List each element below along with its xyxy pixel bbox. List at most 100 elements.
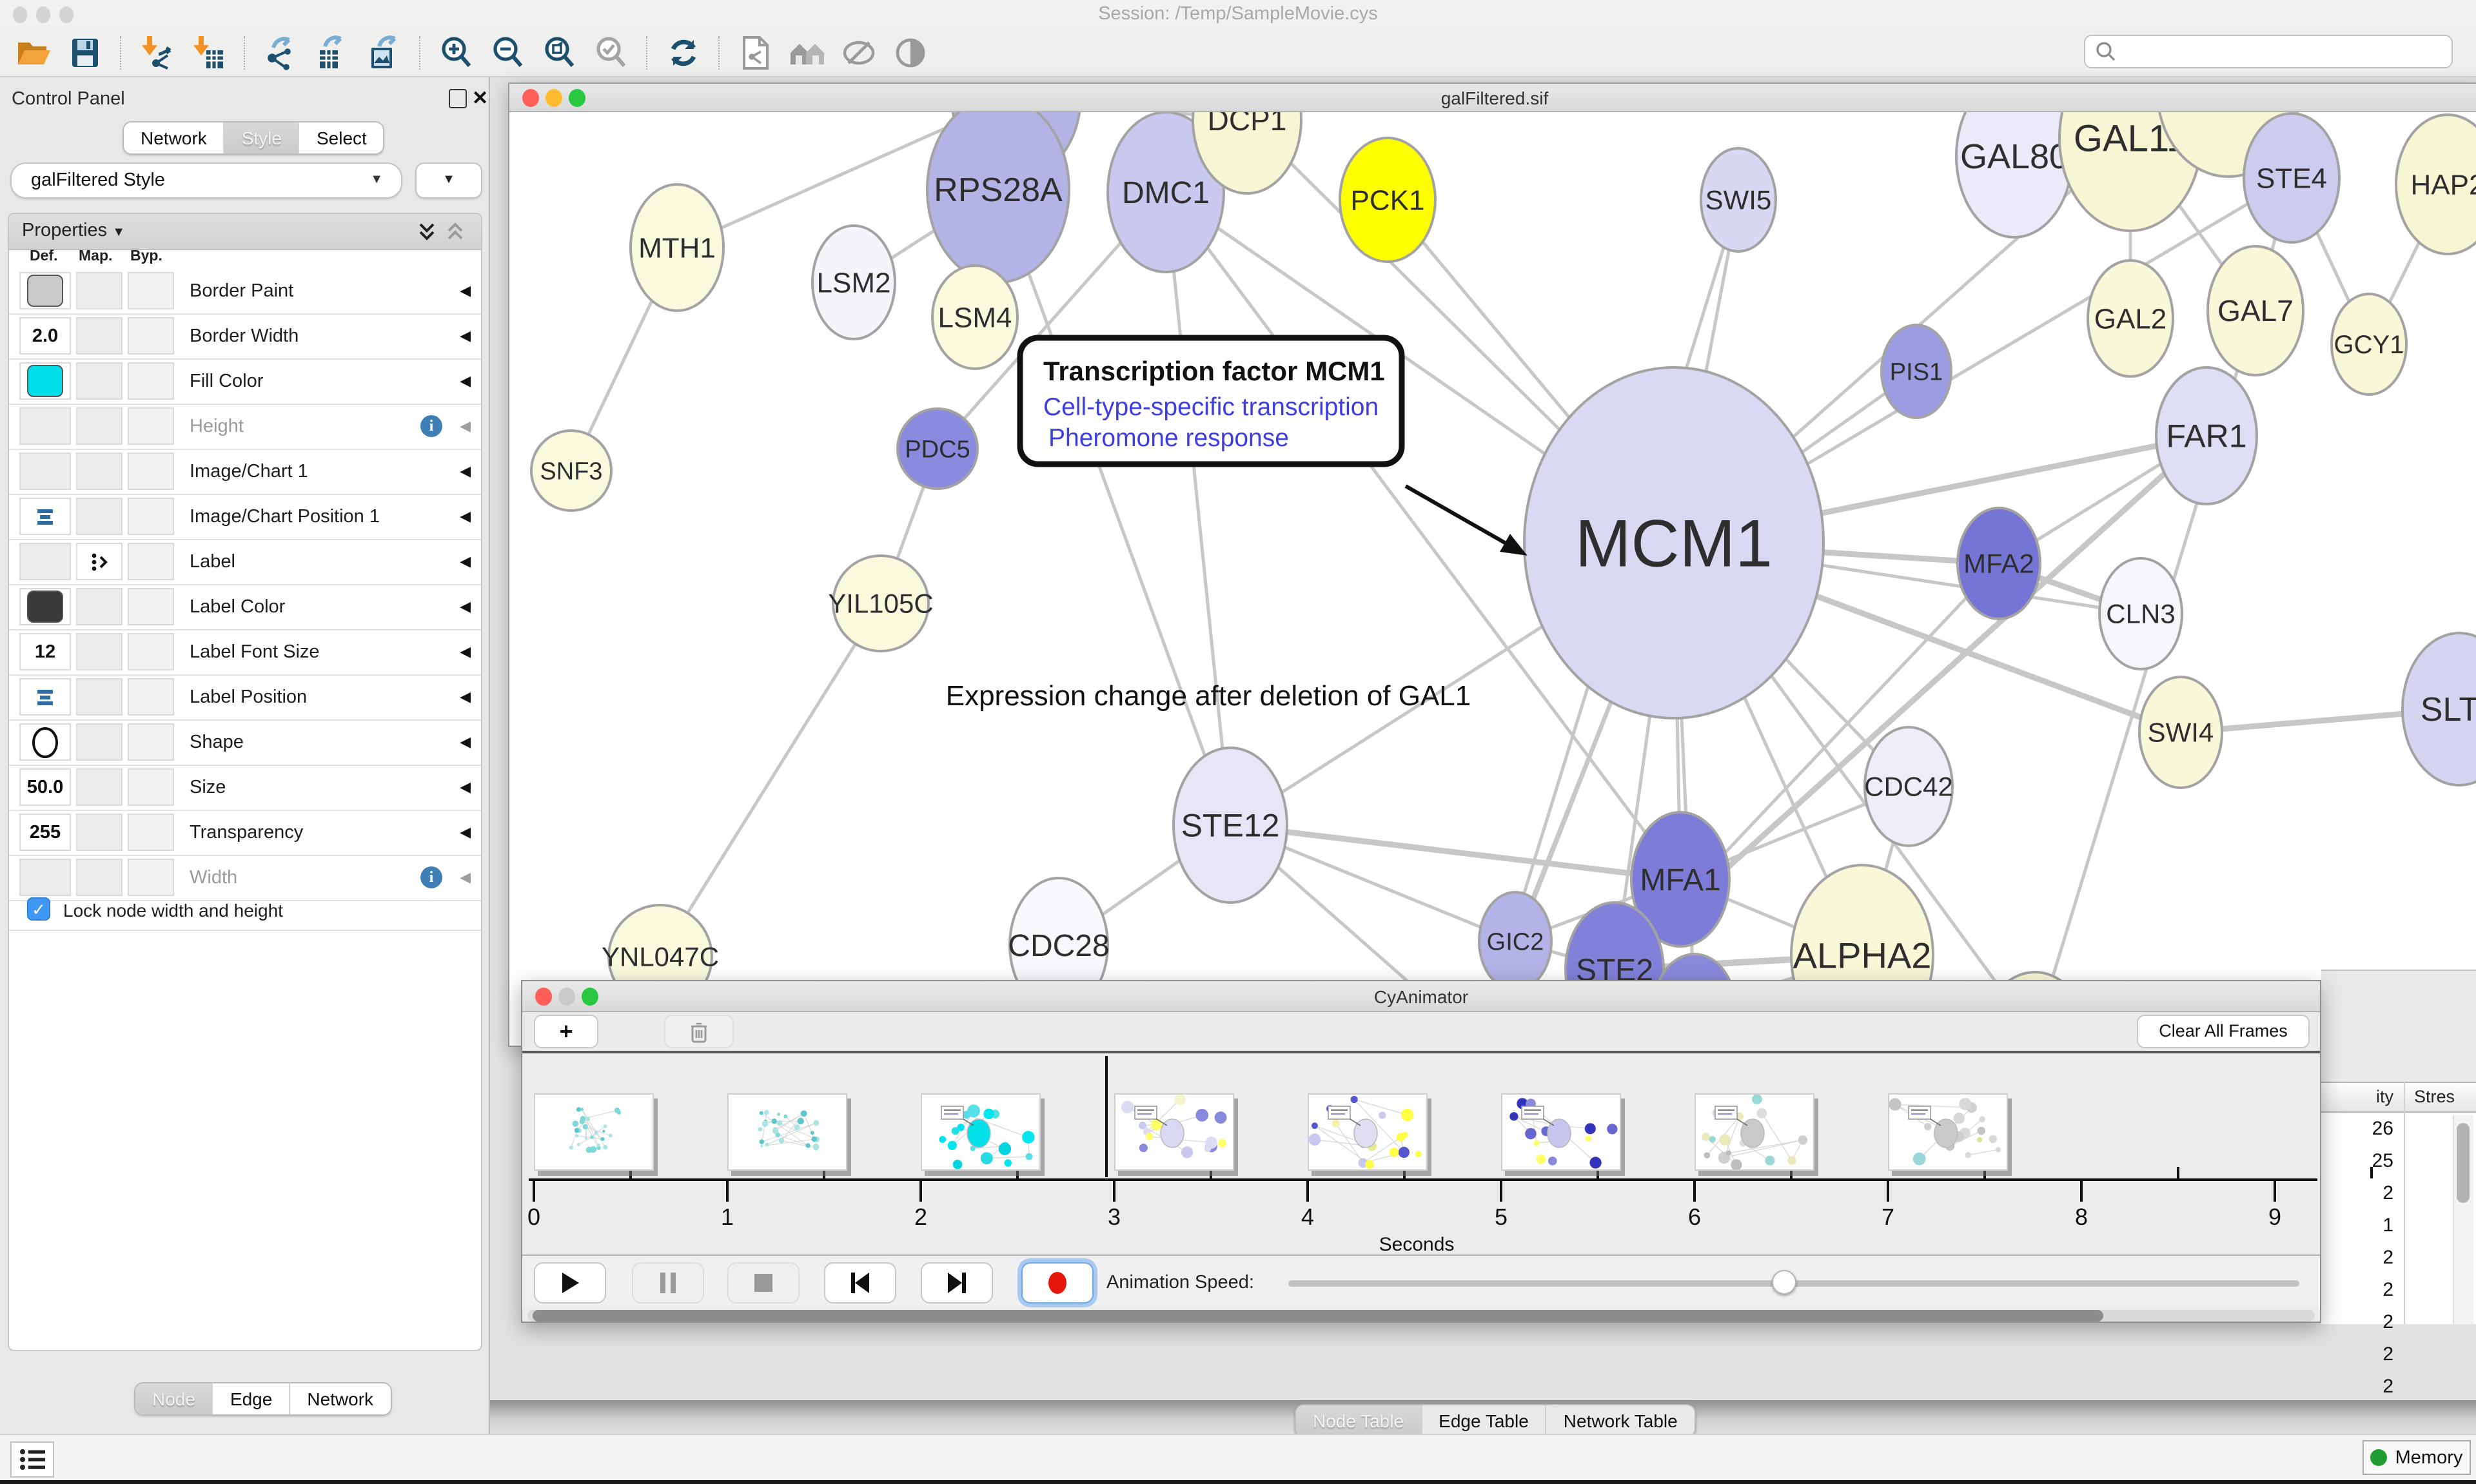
property-row-image-chart-position-1[interactable]: Image/Chart Position 1◀ xyxy=(9,495,481,540)
mapping-cell[interactable] xyxy=(76,633,123,670)
open-session-button[interactable] xyxy=(8,30,59,74)
mapping-cell[interactable] xyxy=(76,272,123,309)
table-row[interactable]: 2 xyxy=(2321,1338,2476,1371)
copy-style-button[interactable] xyxy=(730,30,781,74)
cyanimator-titlebar[interactable]: CyAnimator xyxy=(522,981,2320,1012)
collapse-all-icon[interactable] xyxy=(445,222,466,242)
bypass-cell[interactable] xyxy=(128,768,174,806)
network-node-mfa2[interactable]: MFA2 xyxy=(1958,508,2040,619)
home-button[interactable] xyxy=(781,30,833,74)
export-network-button[interactable] xyxy=(255,30,307,74)
show-graphics-button[interactable] xyxy=(885,30,936,74)
default-value-cell[interactable] xyxy=(19,362,71,400)
property-row-border-paint[interactable]: Border Paint◀ xyxy=(9,269,481,315)
mapping-cell[interactable] xyxy=(76,453,123,490)
property-row-height[interactable]: Heighti◀ xyxy=(9,405,481,450)
timeline-scrollbar[interactable] xyxy=(527,1310,2315,1322)
network-node-gal80[interactable]: GAL80 xyxy=(1956,112,2072,237)
frames-timeline[interactable]: Seconds 0123456789 xyxy=(522,1053,2320,1255)
tab-edge-table[interactable]: Edge Table xyxy=(1422,1405,1547,1436)
mapping-cell[interactable] xyxy=(76,317,123,355)
bypass-cell[interactable] xyxy=(128,453,174,490)
mcm1-annotation-box[interactable]: Transcription factor MCM1Cell-type-speci… xyxy=(1020,338,1528,556)
property-row-shape[interactable]: Shape◀ xyxy=(9,721,481,766)
default-value-cell[interactable] xyxy=(19,678,71,716)
import-table-button[interactable] xyxy=(183,30,235,74)
table-scrollbar[interactable] xyxy=(2453,1115,2473,1324)
property-row-label-color[interactable]: Label Color◀ xyxy=(9,585,481,630)
network-node-lsm4[interactable]: LSM4 xyxy=(932,266,1017,369)
zoom-selected-button[interactable] xyxy=(585,30,637,74)
record-button[interactable] xyxy=(1021,1262,1094,1303)
expand-all-icon[interactable] xyxy=(417,222,437,242)
export-image-button[interactable] xyxy=(359,30,410,74)
zoom-fit-button[interactable] xyxy=(534,30,585,74)
network-node-mth1[interactable]: MTH1 xyxy=(631,184,723,311)
annotation-link[interactable]: Pheromone response xyxy=(1048,424,1289,452)
mapping-cell[interactable] xyxy=(76,768,123,806)
mapping-cell[interactable] xyxy=(76,588,123,625)
tab-node[interactable]: Node xyxy=(135,1383,213,1414)
mapping-cell[interactable] xyxy=(76,498,123,535)
search-input[interactable] xyxy=(2084,35,2453,68)
default-value-cell[interactable] xyxy=(19,272,71,309)
expand-row-icon[interactable]: ◀ xyxy=(460,811,471,855)
tab-network-style[interactable]: Network xyxy=(290,1383,390,1414)
save-session-button[interactable] xyxy=(59,30,111,74)
network-node-hap2[interactable]: HAP2 xyxy=(2396,115,2476,254)
timeline-frame-5[interactable] xyxy=(1501,1093,1621,1171)
zoom-in-button[interactable] xyxy=(431,30,482,74)
network-node-cdc42[interactable]: CDC42 xyxy=(1864,727,1953,846)
network-node-rps28a[interactable]: RPS28A xyxy=(927,112,1069,282)
network-node-snf3[interactable]: SNF3 xyxy=(531,431,611,511)
delete-frame-button[interactable] xyxy=(664,1015,734,1048)
expand-row-icon[interactable]: ◀ xyxy=(460,315,471,358)
play-button[interactable] xyxy=(534,1262,606,1303)
expand-row-icon[interactable]: ◀ xyxy=(460,676,471,719)
network-node-gic2[interactable]: GIC2 xyxy=(1479,892,1551,990)
zoom-out-button[interactable] xyxy=(482,30,534,74)
table-column-stress[interactable]: Stres xyxy=(2414,1083,2455,1111)
timeline-frame-3[interactable] xyxy=(1114,1093,1234,1171)
speed-slider-handle[interactable] xyxy=(1772,1270,1796,1294)
network-node-pis1[interactable]: PIS1 xyxy=(1882,325,1951,418)
tab-network-table[interactable]: Network Table xyxy=(1547,1405,1695,1436)
network-node-far1[interactable]: FAR1 xyxy=(2156,367,2257,504)
style-selector-dropdown[interactable]: galFiltered Style ▼ xyxy=(10,162,402,199)
bypass-cell[interactable] xyxy=(128,723,174,761)
network-window-titlebar[interactable]: galFiltered.sif xyxy=(509,84,2476,112)
bypass-cell[interactable] xyxy=(128,678,174,716)
expand-row-icon[interactable]: ◀ xyxy=(460,540,471,584)
lock-size-checkbox[interactable]: ✓ xyxy=(27,897,50,921)
default-value-cell[interactable] xyxy=(19,588,71,625)
default-value-cell[interactable] xyxy=(19,543,71,580)
timeline-frame-4[interactable] xyxy=(1308,1093,1428,1171)
bypass-cell[interactable] xyxy=(128,633,174,670)
network-node-ste4[interactable]: STE4 xyxy=(2244,113,2339,242)
default-value-cell[interactable] xyxy=(19,407,71,445)
bypass-cell[interactable] xyxy=(128,317,174,355)
bypass-cell[interactable] xyxy=(128,272,174,309)
default-value-cell[interactable]: 255 xyxy=(19,814,71,851)
network-node-gal2[interactable]: GAL2 xyxy=(2088,260,2173,376)
network-node-lsm2[interactable]: LSM2 xyxy=(812,226,895,339)
properties-header[interactable]: Properties ▼ xyxy=(9,214,481,250)
mapping-cell[interactable] xyxy=(76,723,123,761)
expand-row-icon[interactable]: ◀ xyxy=(460,721,471,765)
property-row-label-position[interactable]: Label Position◀ xyxy=(9,676,481,721)
default-value-cell[interactable] xyxy=(19,453,71,490)
network-node-ste12[interactable]: STE12 xyxy=(1174,748,1287,903)
network-node-slt2[interactable]: SLT2 xyxy=(2402,633,2476,785)
task-history-button[interactable] xyxy=(10,1441,54,1478)
mapping-cell[interactable] xyxy=(76,543,123,580)
property-row-image-chart-1[interactable]: Image/Chart 1◀ xyxy=(9,450,481,495)
mapping-cell[interactable] xyxy=(76,407,123,445)
style-options-button[interactable]: ▼ xyxy=(415,162,482,199)
property-row-fill-color[interactable]: Fill Color◀ xyxy=(9,360,481,405)
memory-button[interactable]: Memory xyxy=(2363,1440,2471,1475)
timeline-frame-1[interactable] xyxy=(727,1093,847,1171)
network-node-gal7[interactable]: GAL7 xyxy=(2208,246,2303,375)
float-panel-icon[interactable] xyxy=(449,89,467,108)
expand-row-icon[interactable]: ◀ xyxy=(460,585,471,629)
export-table-button[interactable] xyxy=(307,30,359,74)
